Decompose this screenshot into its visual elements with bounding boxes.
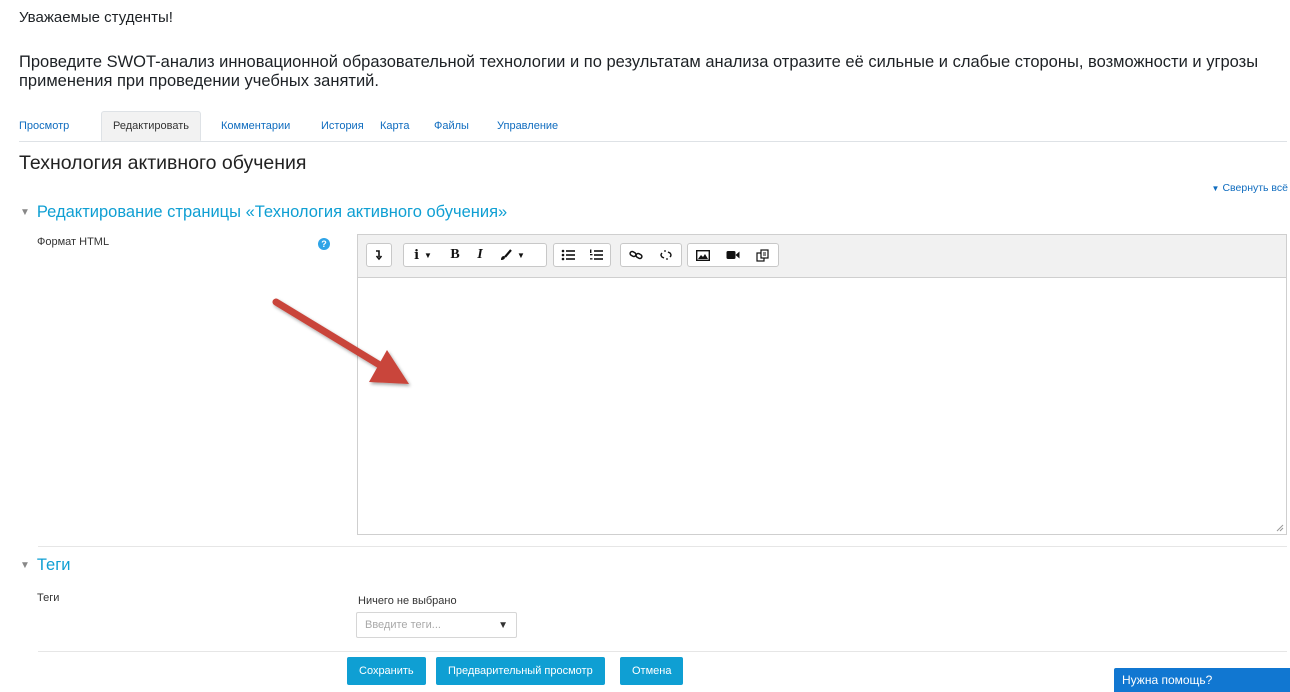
- resize-handle-icon[interactable]: [1276, 524, 1284, 532]
- tags-selected-text: Ничего не выбрано: [358, 595, 457, 607]
- collapse-icon[interactable]: [367, 244, 389, 266]
- video-icon[interactable]: [718, 244, 748, 266]
- italic-icon[interactable]: I: [468, 244, 492, 266]
- triangle-down-icon: ▼: [20, 560, 30, 571]
- chevron-down-icon[interactable]: ▼: [498, 620, 508, 631]
- text-color-icon[interactable]: ▼: [492, 244, 532, 266]
- question-circle-icon[interactable]: ?: [318, 238, 330, 250]
- toolbar-group-style: i ▼ B I ▼: [403, 243, 547, 267]
- section-divider: [38, 546, 1287, 547]
- cancel-button[interactable]: Отмена: [620, 657, 684, 685]
- section-divider: [38, 651, 1287, 652]
- page-title: Технология активного обучения: [19, 152, 307, 174]
- link-icon[interactable]: [621, 244, 651, 266]
- page-tabs: Просмотр Редактировать Комментарии Истор…: [19, 111, 1287, 142]
- collapse-all-label: Свернуть всё: [1222, 182, 1288, 194]
- annotation-arrow-icon: [272, 298, 409, 384]
- toolbar-group-collapse: [366, 243, 392, 267]
- bullet-list-icon[interactable]: [554, 244, 582, 266]
- unlink-icon[interactable]: [651, 244, 681, 266]
- html-editor[interactable]: i ▼ B I ▼: [357, 234, 1287, 535]
- tags-section-title: Теги: [36, 556, 71, 574]
- format-label: Формат HTML: [37, 236, 110, 248]
- triangle-down-icon: ▼: [20, 207, 30, 218]
- tags-field[interactable]: ▼: [356, 612, 517, 638]
- tags-section-header[interactable]: ▼ Теги: [20, 556, 70, 575]
- manage-files-icon[interactable]: [748, 244, 778, 266]
- intro-task-text: Проведите SWOT-анализ инновационной обра…: [19, 53, 1259, 90]
- tab-comments[interactable]: Комментарии: [221, 111, 290, 141]
- triangle-down-icon: ▼: [1211, 184, 1220, 193]
- tab-manage[interactable]: Управление: [497, 111, 558, 141]
- toolbar-group-lists: [553, 243, 611, 267]
- image-icon[interactable]: [688, 244, 718, 266]
- tab-history[interactable]: История: [321, 111, 364, 141]
- tags-label: Теги: [37, 592, 60, 604]
- save-button[interactable]: Сохранить: [347, 657, 426, 685]
- editor-content-area[interactable]: [358, 278, 1286, 534]
- tab-edit[interactable]: Редактировать: [101, 111, 201, 141]
- preview-button[interactable]: Предварительный просмотр: [436, 657, 605, 685]
- bold-icon[interactable]: B: [442, 244, 468, 266]
- edit-section-header[interactable]: ▼ Редактирование страницы «Технология акт…: [20, 203, 507, 222]
- tags-input[interactable]: [357, 613, 495, 637]
- edit-section-title: Редактирование страницы «Технология акти…: [36, 203, 508, 221]
- numbered-list-icon[interactable]: [582, 244, 610, 266]
- intro-greeting: Уважаемые студенты!: [19, 9, 173, 26]
- tab-map[interactable]: Карта: [380, 111, 409, 141]
- info-style-icon[interactable]: i ▼: [404, 244, 442, 266]
- tab-files[interactable]: Файлы: [434, 111, 469, 141]
- collapse-all-link[interactable]: ▼ Свернуть всё: [1212, 182, 1288, 194]
- toolbar-group-media: [687, 243, 779, 267]
- help-widget[interactable]: Нужна помощь?: [1114, 668, 1290, 692]
- tab-view[interactable]: Просмотр: [19, 111, 69, 141]
- toolbar-group-links: [620, 243, 682, 267]
- editor-toolbar: i ▼ B I ▼: [358, 235, 1286, 278]
